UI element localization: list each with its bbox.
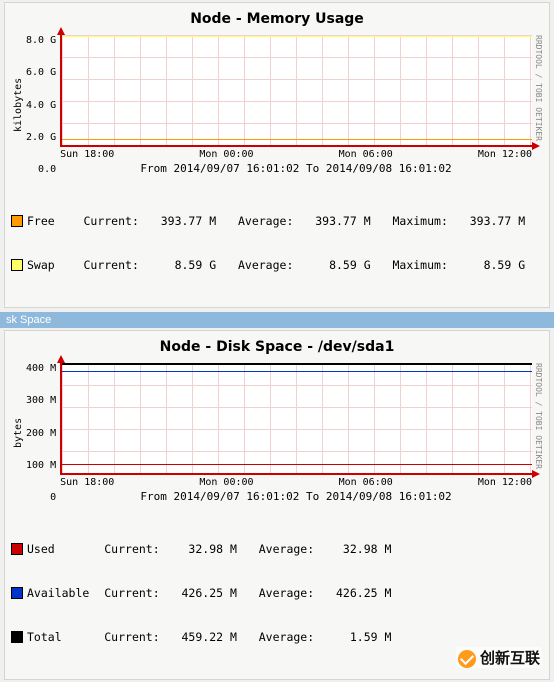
xtick: Sun 18:00 <box>60 477 114 488</box>
swatch-icon <box>11 631 23 643</box>
y-axis-arrow-icon <box>57 355 65 363</box>
chart-title: Node - Memory Usage <box>11 11 543 27</box>
ytick: 6.0 G <box>26 67 56 78</box>
ytick: 8.0 G <box>26 35 56 46</box>
legend: Free Current: 393.77 M Average: 393.77 M… <box>11 185 543 301</box>
time-range: From 2014/09/07 16:01:02 To 2014/09/08 1… <box>60 490 532 503</box>
swatch-icon <box>11 543 23 555</box>
y-axis-label: bytes <box>11 363 26 503</box>
stat-label: Current: <box>104 541 159 557</box>
x-axis-ticks: Sun 18:00 Mon 00:00 Mon 06:00 Mon 12:00 <box>60 147 532 160</box>
section-header: sk Space <box>0 312 554 328</box>
ytick: 200 M <box>26 428 56 439</box>
stat-value: 32.98 M <box>188 541 236 557</box>
rrdtool-watermark: RRDTOOL / TOBI OETIKER <box>532 35 543 175</box>
disk-space-panel: Node - Disk Space - /dev/sda1 bytes 400 … <box>4 330 550 680</box>
legend-label: Total <box>27 629 62 645</box>
stat-value: 426.25 M <box>182 585 237 601</box>
chart-area: kilobytes 8.0 G 6.0 G 4.0 G 2.0 G 0.0 Su… <box>11 35 543 175</box>
x-axis-ticks: Sun 18:00 Mon 00:00 Mon 06:00 Mon 12:00 <box>60 475 532 488</box>
legend-row-total: Total Current: 459.22 M Average: 1.59 M <box>11 629 543 645</box>
stat-label: Current: <box>104 585 159 601</box>
stat-value: 8.59 G <box>484 257 526 273</box>
xtick: Mon 12:00 <box>478 149 532 160</box>
legend-row-swap: Swap Current: 8.59 G Average: 8.59 G Max… <box>11 257 543 273</box>
stat-value: 1.59 M <box>350 629 392 645</box>
y-axis-label: kilobytes <box>11 35 26 175</box>
ytick: 0.0 <box>26 164 56 175</box>
chart-title: Node - Disk Space - /dev/sda1 <box>11 339 543 355</box>
stat-label: Average: <box>238 213 293 229</box>
legend-label: Used <box>27 541 55 557</box>
legend-row-available: Available Current: 426.25 M Average: 426… <box>11 585 543 601</box>
x-axis-arrow-icon <box>532 470 540 478</box>
swatch-icon <box>11 215 23 227</box>
stat-value: 8.59 G <box>329 257 371 273</box>
xtick: Mon 00:00 <box>199 477 253 488</box>
ytick: 0 <box>26 492 56 503</box>
plot-region <box>60 363 532 475</box>
chart-area: bytes 400 M 300 M 200 M 100 M 0 Sun 18:0… <box>11 363 543 503</box>
series-used-line <box>62 464 532 465</box>
stat-label: Current: <box>104 629 159 645</box>
stat-label: Average: <box>259 629 314 645</box>
swatch-icon <box>11 259 23 271</box>
y-axis-ticks: 400 M 300 M 200 M 100 M 0 <box>26 363 60 503</box>
xtick: Mon 06:00 <box>339 149 393 160</box>
memory-usage-panel: Node - Memory Usage kilobytes 8.0 G 6.0 … <box>4 2 550 308</box>
stat-label: Average: <box>238 257 293 273</box>
legend-row-used: Used Current: 32.98 M Average: 32.98 M <box>11 541 543 557</box>
y-axis-ticks: 8.0 G 6.0 G 4.0 G 2.0 G 0.0 <box>26 35 60 175</box>
swatch-icon <box>11 587 23 599</box>
xtick: Mon 00:00 <box>199 149 253 160</box>
ytick: 2.0 G <box>26 132 56 143</box>
xtick: Sun 18:00 <box>60 149 114 160</box>
plot-region <box>60 35 532 147</box>
series-free-line <box>62 139 532 140</box>
xtick: Mon 12:00 <box>478 477 532 488</box>
legend-label: Swap <box>27 257 55 273</box>
stat-label: Maximum: <box>392 257 447 273</box>
series-total-line <box>62 363 532 365</box>
stat-label: Average: <box>259 585 314 601</box>
ytick: 400 M <box>26 363 56 374</box>
legend: Used Current: 32.98 M Average: 32.98 M A… <box>11 513 543 673</box>
stat-label: Current: <box>83 257 138 273</box>
ytick: 4.0 G <box>26 100 56 111</box>
series-swap-line <box>62 36 532 37</box>
xtick: Mon 06:00 <box>339 477 393 488</box>
stat-label: Current: <box>83 213 138 229</box>
stat-value: 459.22 M <box>182 629 237 645</box>
series-available-line <box>62 371 532 372</box>
stat-value: 32.98 M <box>343 541 391 557</box>
ytick: 300 M <box>26 395 56 406</box>
stat-label: Maximum: <box>392 213 447 229</box>
stat-value: 426.25 M <box>336 585 391 601</box>
ytick: 100 M <box>26 460 56 471</box>
time-range: From 2014/09/07 16:01:02 To 2014/09/08 1… <box>60 162 532 175</box>
x-axis-arrow-icon <box>532 142 540 150</box>
stat-value: 393.77 M <box>161 213 216 229</box>
stat-value: 393.77 M <box>470 213 525 229</box>
stat-label: Average: <box>259 541 314 557</box>
stat-value: 393.77 M <box>315 213 370 229</box>
legend-row-free: Free Current: 393.77 M Average: 393.77 M… <box>11 213 543 229</box>
legend-label: Available <box>27 585 89 601</box>
stat-value: 8.59 G <box>175 257 217 273</box>
legend-label: Free <box>27 213 55 229</box>
rrdtool-watermark: RRDTOOL / TOBI OETIKER <box>532 363 543 503</box>
y-axis-arrow-icon <box>57 27 65 35</box>
